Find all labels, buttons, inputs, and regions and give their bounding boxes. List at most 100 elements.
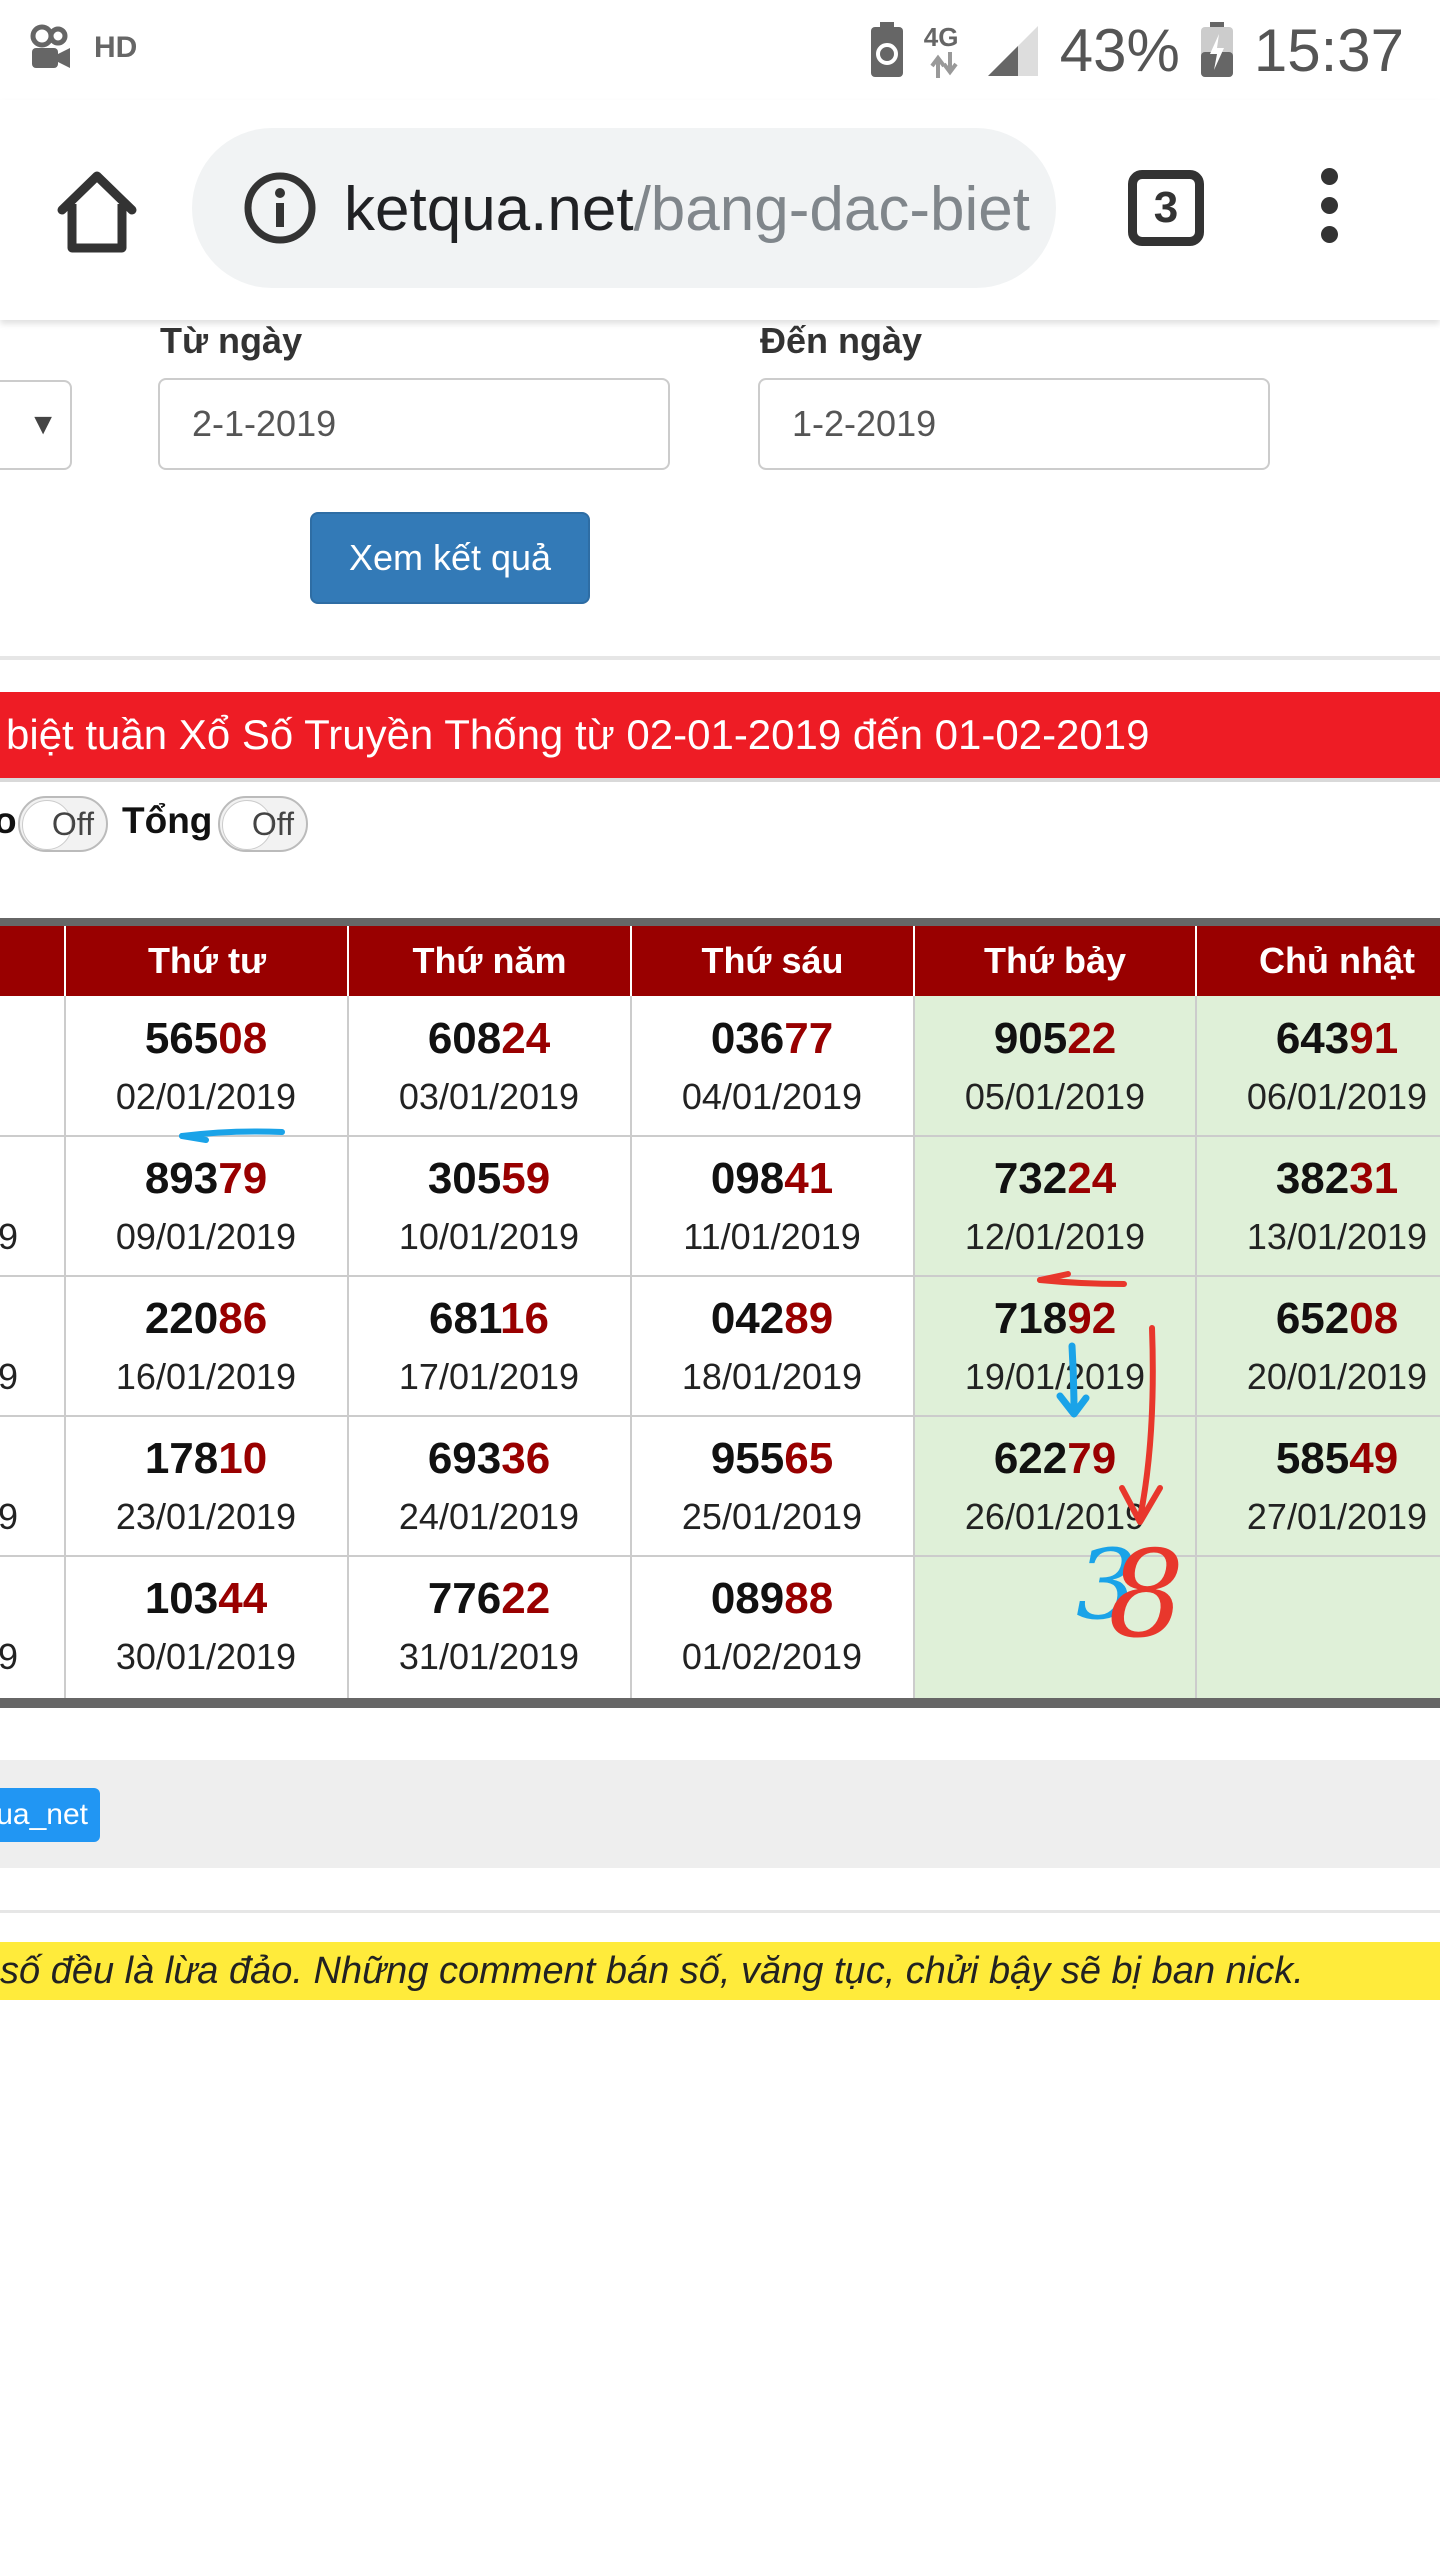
draw-date: 05/01/2019 [964, 1076, 1146, 1117]
toggle-state: Off [251, 806, 294, 842]
toggle-switch-1[interactable]: Off [18, 796, 108, 852]
battery-icon [1200, 22, 1233, 77]
special-prize-number: 58549 [1196, 1434, 1440, 1484]
special-prize-number: 73224 [914, 1154, 1196, 1204]
grid-line [630, 926, 632, 996]
header-saturday: Thứ bảy [983, 940, 1127, 981]
special-prize-number: 38231 [1196, 1154, 1440, 1204]
special-prize-number: 09841 [631, 1154, 913, 1204]
number-tail: 10 [218, 1434, 268, 1483]
number-tail: 41 [784, 1154, 834, 1203]
result-cell: 22086 16/01/2019 [65, 1278, 347, 1416]
number-head: 608 [427, 1014, 502, 1063]
network-indicator: 4G [924, 20, 964, 80]
number-tail: 77 [784, 1014, 834, 1063]
special-prize-number: 69336 [348, 1434, 630, 1484]
number-head: 042 [710, 1294, 785, 1343]
toggle-switch-tong[interactable]: Off [218, 796, 308, 852]
grid-line [913, 926, 915, 996]
url-text[interactable]: ketqua.net/bang-dac-biet [344, 172, 1034, 248]
table-bottom-border [0, 1698, 1440, 1708]
view-results-button[interactable]: Xem kết quả [310, 512, 590, 604]
result-cell: 60824 03/01/2019 [348, 998, 630, 1136]
toggle-label-tong: Tổng [122, 800, 213, 841]
number-head: 732 [993, 1154, 1068, 1203]
number-head: 905 [993, 1014, 1068, 1063]
special-prize-number: 95565 [631, 1434, 913, 1484]
grid-line [347, 926, 349, 996]
more-vert-icon[interactable] [1310, 168, 1348, 252]
special-prize-number: 08988 [631, 1574, 913, 1624]
draw-date: 24/01/2019 [398, 1496, 580, 1537]
number-head: 652 [1275, 1294, 1350, 1343]
url-bar[interactable]: ketqua.net/bang-dac-biet [192, 128, 1056, 288]
draw-date: 10/01/2019 [398, 1216, 580, 1257]
number-tail: 89 [784, 1294, 834, 1343]
draw-date: 11/01/2019 [683, 1216, 861, 1257]
special-prize-number: 65208 [1196, 1294, 1440, 1344]
special-prize-number: 71892 [914, 1294, 1196, 1344]
number-head: 220 [144, 1294, 219, 1343]
tab-count: 3 [1153, 183, 1179, 232]
ketqua-net-tag-button[interactable]: ua_net [0, 1788, 100, 1842]
divider [0, 1910, 1440, 1913]
draw-date: 25/01/2019 [681, 1496, 863, 1537]
number-tail: 22 [501, 1574, 551, 1623]
special-prize-number: 17810 [65, 1434, 347, 1484]
status-left: HD [28, 24, 137, 72]
header-sunday: Chủ nhật [1259, 940, 1415, 981]
result-cell: 03677 04/01/2019 [631, 998, 913, 1136]
url-domain: ketqua.net [344, 175, 634, 244]
home-icon[interactable] [52, 166, 142, 256]
table-top-border [0, 918, 1440, 926]
number-head: 693 [427, 1434, 502, 1483]
result-cell: 08988 01/02/2019 [631, 1558, 913, 1696]
draw-date: 16/01/2019 [115, 1356, 297, 1397]
result-cell: 58549 27/01/2019 [1196, 1418, 1440, 1556]
result-cell: 04289 18/01/2019 [631, 1278, 913, 1416]
number-head: 382 [1275, 1154, 1350, 1203]
draw-date: 30/01/2019 [115, 1636, 297, 1677]
number-head: 955 [710, 1434, 785, 1483]
grid-line [1195, 926, 1197, 996]
number-tail: 49 [1349, 1434, 1399, 1483]
battery-saver-icon [870, 22, 903, 77]
to-date-input[interactable]: 1-2-2019 [758, 378, 1270, 470]
grid-line [64, 926, 66, 996]
info-icon[interactable] [242, 170, 318, 246]
partial-date: 9 [0, 1636, 19, 1677]
draw-date: 13/01/2019 [1246, 1216, 1428, 1257]
special-prize-number: 62279 [914, 1434, 1196, 1484]
result-cell: 71892 19/01/2019 [914, 1278, 1196, 1416]
draw-date: 01/02/2019 [681, 1636, 863, 1677]
battery-percent: 43% [1059, 16, 1180, 84]
special-prize-number: 64391 [1196, 1014, 1440, 1064]
clock: 15:37 [1253, 16, 1404, 84]
number-tail: 92 [1067, 1294, 1117, 1343]
result-cell: 73224 12/01/2019 [914, 1138, 1196, 1276]
status-bar: HD 4G 43% 15:37 [0, 0, 1440, 100]
special-prize-number: 22086 [65, 1294, 347, 1344]
signal-icon [987, 26, 1038, 76]
number-tail: 36 [501, 1434, 551, 1483]
number-tail: 79 [1067, 1434, 1117, 1483]
number-head: 036 [710, 1014, 785, 1063]
number-head: 681 [429, 1294, 501, 1343]
lottery-type-select[interactable]: ▼ [0, 380, 72, 470]
draw-date: 04/01/2019 [681, 1076, 863, 1117]
number-head: 643 [1275, 1014, 1350, 1063]
result-cell: 69336 24/01/2019 [348, 1418, 630, 1556]
from-date-input[interactable]: 2-1-2019 [158, 378, 670, 470]
browser-toolbar: ketqua.net/bang-dac-biet 3 [0, 100, 1440, 320]
tab-switcher-icon[interactable]: 3 [1128, 170, 1204, 246]
partial-date: 9 [0, 1496, 19, 1537]
number-tail: 24 [1067, 1154, 1117, 1203]
number-head: 565 [144, 1014, 219, 1063]
date-filter-form: ▼ Từ ngày 2-1-2019 Đến ngày 1-2-2019 Xem… [0, 320, 1440, 660]
number-tail: 65 [784, 1434, 834, 1483]
special-prize-number: 04289 [631, 1294, 913, 1344]
from-date-label: Từ ngày [160, 320, 303, 361]
results-title: biệt tuần Xổ Số Truyền Thống từ 02-01-20… [0, 692, 1440, 778]
partial-date: 9 [0, 1356, 19, 1397]
number-tail: 59 [501, 1154, 551, 1203]
